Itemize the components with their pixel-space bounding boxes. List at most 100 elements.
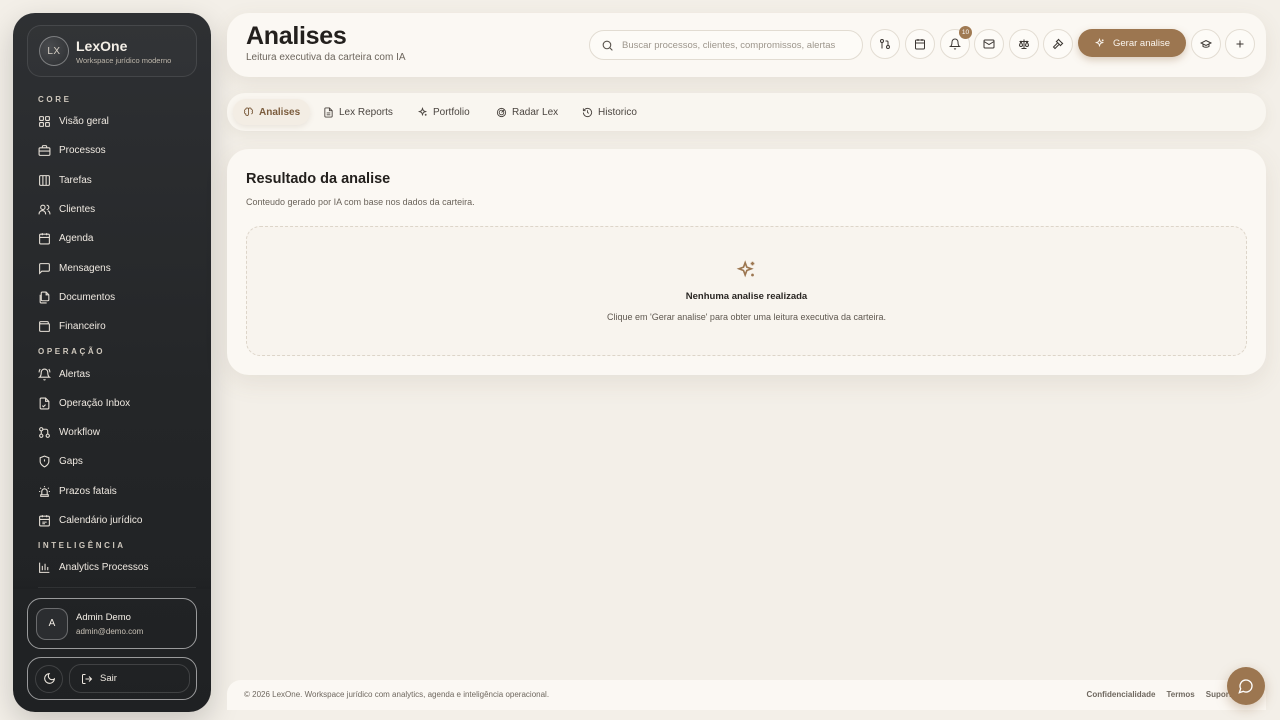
moon-icon bbox=[43, 672, 56, 685]
sidebar-item-operacao-inbox[interactable]: Operação Inbox bbox=[13, 389, 211, 418]
message-icon bbox=[38, 262, 51, 275]
brand-logo: LX bbox=[39, 36, 69, 66]
footer-link-confidencialidade[interactable]: Confidencialidade bbox=[1087, 690, 1156, 699]
footer-links: Confidencialidade Termos Suporte bbox=[1076, 690, 1236, 699]
briefcase-icon bbox=[38, 144, 51, 157]
tab-radar-lex[interactable]: Radar Lex bbox=[486, 99, 568, 125]
radar-icon bbox=[496, 107, 512, 118]
shield-icon bbox=[38, 455, 51, 468]
result-title: Resultado da analise bbox=[246, 171, 391, 187]
sidebar-item-alertas[interactable]: Alertas bbox=[13, 359, 211, 388]
gavel-button[interactable] bbox=[1043, 29, 1073, 59]
calendar-icon bbox=[38, 232, 51, 245]
chat-button[interactable] bbox=[1227, 667, 1265, 705]
sidebar-item-agenda[interactable]: Agenda bbox=[13, 224, 211, 253]
sparkles-icon bbox=[1094, 37, 1113, 49]
sidebar-item-financeiro[interactable]: Financeiro bbox=[13, 312, 211, 341]
footer-link-termos[interactable]: Termos bbox=[1166, 690, 1194, 699]
generate-analysis-button[interactable]: Gerar analise bbox=[1078, 29, 1186, 57]
tab-label: Radar Lex bbox=[512, 106, 559, 118]
gavel-icon bbox=[1052, 38, 1064, 50]
tab-historico[interactable]: Historico bbox=[572, 99, 647, 125]
sidebar-item-label: Gaps bbox=[59, 456, 83, 468]
calendar-button[interactable] bbox=[905, 29, 935, 59]
sidebar-item-label: Mensagens bbox=[59, 262, 111, 274]
sidebar-item-label: Prazos fatais bbox=[59, 485, 117, 497]
theme-toggle-button[interactable] bbox=[35, 664, 63, 693]
add-button[interactable] bbox=[1225, 29, 1255, 59]
search-box[interactable] bbox=[589, 30, 863, 60]
footer-copyright: © 2026 LexOne. Workspace jurídico com an… bbox=[244, 690, 550, 699]
wallet-icon bbox=[38, 320, 51, 333]
sparkles-icon bbox=[417, 106, 433, 118]
page-title: Analises bbox=[246, 22, 347, 50]
avatar: A bbox=[36, 607, 68, 640]
sidebar-item-prazos-fatais[interactable]: Prazos fatais bbox=[13, 477, 211, 506]
divider bbox=[38, 587, 196, 588]
notifications-button[interactable]: 10 bbox=[940, 26, 972, 59]
tab-bar: Analises Lex Reports Portfolio Radar Lex… bbox=[227, 93, 1266, 131]
sidebar-item-tarefas[interactable]: Tarefas bbox=[13, 166, 211, 195]
nav-section-operacao: OPERAÇÃO bbox=[38, 347, 106, 357]
sidebar-item-clientes[interactable]: Clientes bbox=[13, 195, 211, 224]
sidebar-item-visao-geral[interactable]: Visão geral bbox=[13, 107, 211, 136]
sidebar-item-label: Tarefas bbox=[59, 174, 92, 186]
sidebar-item-label: Clientes bbox=[59, 204, 96, 216]
tab-portfolio[interactable]: Portfolio bbox=[407, 99, 480, 125]
user-card[interactable]: A Admin Demo admin@demo.com bbox=[27, 598, 197, 649]
tab-label: Lex Reports bbox=[339, 106, 393, 118]
plus-icon bbox=[1234, 38, 1246, 50]
search-icon bbox=[601, 39, 614, 52]
bar-chart-icon bbox=[38, 561, 51, 574]
page-subtitle: Leitura executiva da carteira com IA bbox=[246, 52, 406, 63]
graduation-cap-icon bbox=[1200, 38, 1212, 50]
sidebar-item-workflow[interactable]: Workflow bbox=[13, 418, 211, 447]
sidebar: LX LexOne Workspace jurídico moderno COR… bbox=[13, 13, 211, 712]
sidebar-item-label: Analytics Processos bbox=[59, 562, 149, 574]
brand-subtitle: Workspace jurídico moderno bbox=[76, 55, 172, 65]
files-icon bbox=[38, 291, 51, 304]
tab-lex-reports[interactable]: Lex Reports bbox=[313, 99, 403, 125]
scale-button[interactable] bbox=[1009, 29, 1039, 59]
sidebar-item-processos[interactable]: Processos bbox=[13, 136, 211, 165]
tab-label: Analises bbox=[259, 106, 301, 118]
logout-button[interactable]: Sair bbox=[69, 664, 190, 693]
top-header: Analises Leitura executiva da carteira c… bbox=[227, 13, 1266, 77]
sidebar-item-label: Visão geral bbox=[59, 116, 109, 128]
report-icon bbox=[323, 106, 339, 118]
sidebar-item-label: Agenda bbox=[59, 233, 94, 245]
columns-icon bbox=[38, 174, 51, 187]
brand[interactable]: LX LexOne Workspace jurídico moderno bbox=[27, 25, 197, 77]
academy-button[interactable] bbox=[1191, 29, 1221, 59]
scale-icon bbox=[1018, 38, 1030, 50]
sidebar-item-documentos[interactable]: Documentos bbox=[13, 283, 211, 312]
sparkles-icon bbox=[736, 259, 758, 281]
sidebar-item-label: Processos bbox=[59, 145, 106, 157]
sidebar-item-mensagens[interactable]: Mensagens bbox=[13, 253, 211, 282]
brand-name: LexOne bbox=[76, 37, 128, 54]
users-icon bbox=[38, 203, 51, 216]
pull-request-button[interactable] bbox=[870, 29, 900, 59]
search-input[interactable] bbox=[622, 39, 848, 51]
sidebar-item-label: Workflow bbox=[59, 427, 100, 439]
sidebar-actions: Sair bbox=[27, 657, 197, 700]
mail-button[interactable] bbox=[974, 29, 1004, 59]
user-name: Admin Demo bbox=[76, 611, 131, 623]
bell-icon bbox=[949, 38, 961, 50]
result-card: Resultado da analise Conteudo gerado por… bbox=[227, 149, 1266, 375]
bell-ring-icon bbox=[38, 368, 51, 381]
tab-label: Historico bbox=[598, 106, 637, 118]
tab-analises[interactable]: Analises bbox=[233, 99, 311, 125]
git-pull-request-icon bbox=[879, 38, 891, 50]
logout-icon bbox=[81, 673, 100, 685]
workflow-icon bbox=[38, 426, 51, 439]
sidebar-item-label: Operação Inbox bbox=[59, 397, 131, 409]
mail-icon bbox=[983, 38, 995, 50]
nav-section-core: CORE bbox=[38, 95, 72, 104]
sidebar-item-label: Financeiro bbox=[59, 321, 106, 333]
nav-section-inteligencia: INTELIGÊNCIA bbox=[38, 541, 126, 551]
grid-icon bbox=[38, 115, 51, 128]
sidebar-item-calendario-juridico[interactable]: Calendário jurídico bbox=[13, 506, 211, 535]
sidebar-item-gaps[interactable]: Gaps bbox=[13, 447, 211, 476]
empty-state: Nenhuma analise realizada Clique em 'Ger… bbox=[246, 226, 1247, 356]
